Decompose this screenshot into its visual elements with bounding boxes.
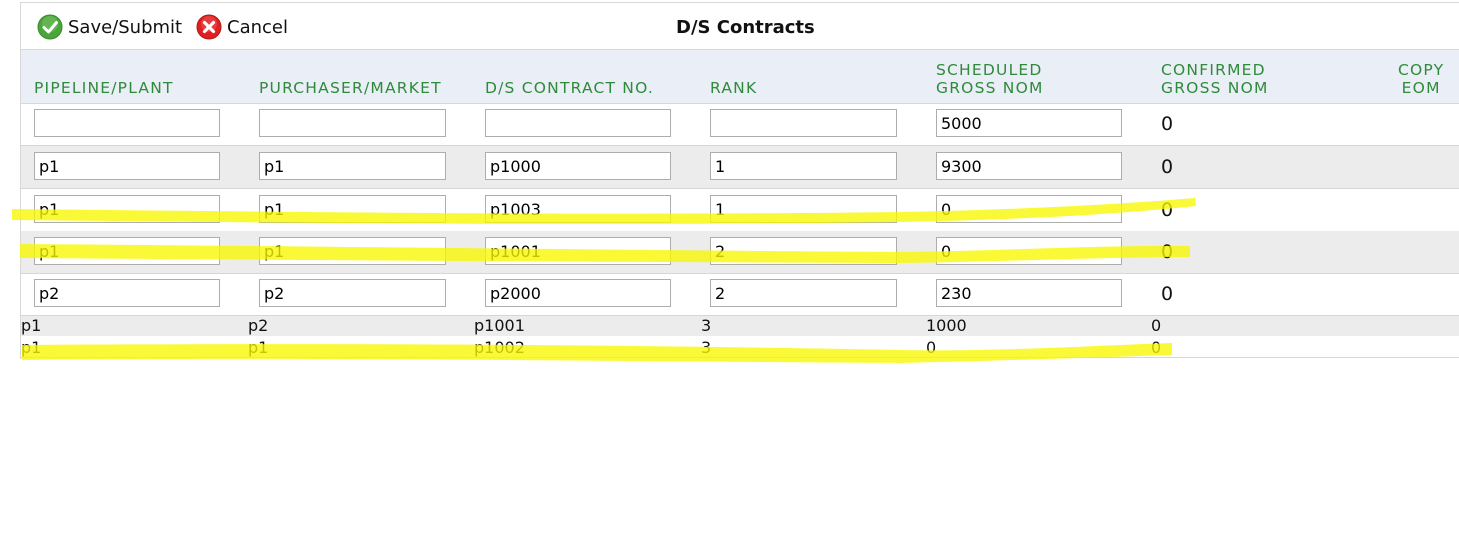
scheduled-cell: 0 <box>926 338 937 357</box>
header-pipeline-plant[interactable]: PIPELINE/PLANT <box>34 79 174 97</box>
cancel-label: Cancel <box>227 16 288 38</box>
header-scheduled-gross-nom[interactable]: SCHEDULED GROSS NOM <box>936 61 1044 97</box>
scheduled-cell: 1000 <box>926 316 967 335</box>
page-title: D/S Contracts <box>676 17 815 38</box>
pipeline-cell: p1 <box>21 316 42 335</box>
pipeline-input[interactable] <box>34 279 220 307</box>
table-row: p1 p1 p1002 3 0 0 <box>21 338 1459 358</box>
header-copy-eom[interactable]: COPY EOM <box>1398 61 1444 97</box>
scheduled-input[interactable] <box>936 279 1122 307</box>
contracts-panel: Save/Submit Cancel D/S Contracts PIPELIN… <box>20 2 1459 359</box>
header-ds-contract-no[interactable]: D/S CONTRACT NO. <box>485 79 654 97</box>
header-confirmed-gross-nom[interactable]: CONFIRMED GROSS NOM <box>1161 61 1269 97</box>
contract-input[interactable] <box>485 279 671 307</box>
table-row: 0 <box>21 189 1459 232</box>
rank-input[interactable] <box>710 195 897 223</box>
rank-input[interactable] <box>710 279 897 307</box>
purchaser-cell: p2 <box>248 316 269 335</box>
header-copy-line1: COPY <box>1398 61 1445 79</box>
pipeline-input[interactable] <box>34 109 220 137</box>
purchaser-input[interactable] <box>259 237 446 265</box>
header-copy-line2: EOM <box>1401 79 1441 97</box>
confirmed-value: 0 <box>1161 156 1174 178</box>
table-row: 0 <box>21 231 1459 274</box>
save-submit-label: Save/Submit <box>68 16 183 38</box>
check-circle-icon <box>37 14 63 40</box>
confirmed-value: 0 <box>1161 241 1174 263</box>
rank-cell: 3 <box>701 338 712 357</box>
header-confirmed-line2: GROSS NOM <box>1161 79 1269 97</box>
pipeline-input[interactable] <box>34 152 220 180</box>
purchaser-input[interactable] <box>259 279 446 307</box>
pipeline-cell: p1 <box>21 338 42 357</box>
toolbar: Save/Submit Cancel D/S Contracts <box>21 3 1459 49</box>
contract-input[interactable] <box>485 237 671 265</box>
table-row: 0 <box>21 146 1459 189</box>
header-rank[interactable]: RANK <box>710 79 757 97</box>
header-purchaser-market[interactable]: PURCHASER/MARKET <box>259 79 442 97</box>
scheduled-input[interactable] <box>936 152 1122 180</box>
table-row: 0 <box>21 273 1459 316</box>
table-row: p1 p2 p1001 3 1000 0 <box>21 316 1459 336</box>
table-header: PIPELINE/PLANT PURCHASER/MARKET D/S CONT… <box>21 49 1459 104</box>
header-confirmed-line1: CONFIRMED <box>1161 61 1266 79</box>
table-row: 0 <box>21 103 1459 146</box>
rank-input[interactable] <box>710 152 897 180</box>
rank-input[interactable] <box>710 109 897 137</box>
header-scheduled-line1: SCHEDULED <box>936 61 1043 79</box>
contract-input[interactable] <box>485 195 671 223</box>
pipeline-input[interactable] <box>34 195 220 223</box>
scheduled-input[interactable] <box>936 109 1122 137</box>
contract-cell: p1001 <box>474 316 525 335</box>
purchaser-input[interactable] <box>259 195 446 223</box>
cancel-button[interactable]: Cancel <box>196 13 288 41</box>
contract-input[interactable] <box>485 109 671 137</box>
contract-cell: p1002 <box>474 338 525 357</box>
scheduled-input[interactable] <box>936 237 1122 265</box>
header-scheduled-line2: GROSS NOM <box>936 79 1044 97</box>
pipeline-input[interactable] <box>34 237 220 265</box>
confirmed-cell: 0 <box>1151 316 1162 335</box>
purchaser-cell: p1 <box>248 338 269 357</box>
confirmed-cell: 0 <box>1151 338 1162 357</box>
rank-input[interactable] <box>710 237 897 265</box>
contract-input[interactable] <box>485 152 671 180</box>
scheduled-input[interactable] <box>936 195 1122 223</box>
purchaser-input[interactable] <box>259 152 446 180</box>
table-bottom-border <box>21 357 1459 358</box>
save-submit-button[interactable]: Save/Submit <box>37 13 182 41</box>
confirmed-value: 0 <box>1161 283 1174 305</box>
rank-cell: 3 <box>701 316 712 335</box>
confirmed-value: 0 <box>1161 113 1174 135</box>
x-circle-icon <box>196 14 222 40</box>
confirmed-value: 0 <box>1161 199 1174 221</box>
purchaser-input[interactable] <box>259 109 446 137</box>
